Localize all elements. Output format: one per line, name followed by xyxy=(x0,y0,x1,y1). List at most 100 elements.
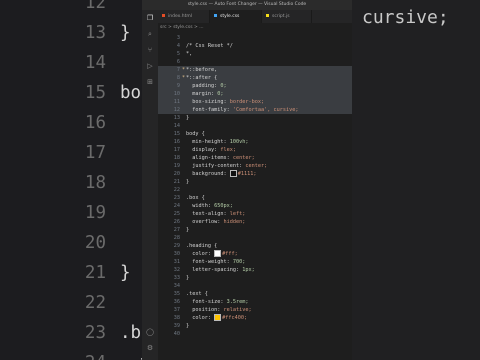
code-line[interactable]: 25 text-align: left; xyxy=(158,210,352,218)
line-number: 20 xyxy=(173,171,180,177)
files-icon[interactable]: ❐ xyxy=(146,14,154,22)
code-line[interactable]: 30 color: #fff; xyxy=(158,250,352,258)
code-line[interactable]: 27} xyxy=(158,226,352,234)
code-line[interactable]: 16 min-height: 100vh; xyxy=(158,138,352,146)
code-line[interactable]: 20 background: #1111; xyxy=(158,170,352,178)
code-line[interactable]: 19 justify-content: center; xyxy=(158,162,352,170)
line-number: 14 xyxy=(173,123,180,129)
code-line[interactable]: 26 overflow: hidden; xyxy=(158,218,352,226)
line-number: 5 xyxy=(176,51,180,57)
code-line[interactable]: 6 xyxy=(158,58,352,66)
code-text: *::after { xyxy=(186,75,218,81)
tab-script-js[interactable]: script.js xyxy=(262,10,312,23)
code-text: *, xyxy=(186,51,193,57)
settings-icon[interactable]: ⚙ xyxy=(146,344,154,352)
code-text: overflow: hidden; xyxy=(186,219,246,225)
line-number: 16 xyxy=(173,139,180,145)
code-text: } xyxy=(186,227,190,233)
code-line[interactable]: 10 margin: 0; xyxy=(158,90,352,98)
code-line[interactable]: 37 position: relative; xyxy=(158,306,352,314)
code-line[interactable]: 34 xyxy=(158,282,352,290)
code-line[interactable]: 24 width: 650px; xyxy=(158,202,352,210)
color-swatch[interactable] xyxy=(214,250,222,257)
code-text: align-items: center; xyxy=(186,155,255,161)
line-number: 17 xyxy=(173,147,180,153)
line-number: 29 xyxy=(173,243,180,249)
code-line[interactable]: 40 xyxy=(158,330,352,338)
code-line[interactable]: 29 .heading { xyxy=(158,242,352,250)
code-line[interactable]: 11 box-sizing: border-box; xyxy=(158,98,352,106)
css-file-icon xyxy=(214,14,217,17)
line-number: 18 xyxy=(173,155,180,161)
color-swatch[interactable] xyxy=(229,170,237,177)
code-text: display: flex; xyxy=(186,147,236,153)
line-number: 26 xyxy=(173,219,180,225)
code-line[interactable]: 8 * *::after { xyxy=(158,74,352,82)
code-line[interactable]: 38 color: #ffc400; xyxy=(158,314,352,322)
line-number: 34 xyxy=(173,283,180,289)
code-text: box-sizing: border-box; xyxy=(186,99,265,105)
code-text: body { xyxy=(186,131,205,137)
code-text: font-family: 'Comfortaa', cursive; xyxy=(186,107,299,113)
line-number: 8 xyxy=(176,75,180,81)
code-line[interactable]: 22 xyxy=(158,186,352,194)
code-text: margin: 0; xyxy=(186,91,224,97)
account-icon[interactable]: ◯ xyxy=(146,328,154,336)
code-line[interactable]: 35 .text { xyxy=(158,290,352,298)
line-number: 6 xyxy=(176,59,180,65)
code-text: font-size: 3.5rem; xyxy=(186,299,249,305)
color-swatch[interactable] xyxy=(214,314,222,321)
code-line[interactable]: 3 xyxy=(158,34,352,42)
code-line[interactable]: 14 xyxy=(158,122,352,130)
line-number: 7 xyxy=(176,67,180,73)
code-text: *::before, xyxy=(186,67,218,73)
line-number: 36 xyxy=(173,299,180,305)
code-line[interactable]: 7 * *::before, xyxy=(158,66,352,74)
line-number: 31 xyxy=(173,259,180,265)
code-line[interactable]: 17 display: flex; xyxy=(158,146,352,154)
code-text: } xyxy=(186,179,190,185)
code-line[interactable]: 36 font-size: 3.5rem; xyxy=(158,298,352,306)
code-line[interactable]: 31 font-weight: 700; xyxy=(158,258,352,266)
line-number: 12 xyxy=(173,107,180,113)
js-file-icon xyxy=(266,14,269,17)
code-line[interactable]: 39} xyxy=(158,322,352,330)
tab-style-css[interactable]: style.css xyxy=(210,10,262,23)
line-number: 21 xyxy=(173,179,180,185)
code-line[interactable]: 28 xyxy=(158,234,352,242)
line-number: 13 xyxy=(173,115,180,121)
line-number: 40 xyxy=(173,331,180,337)
code-editor[interactable]: 3 4 /* Css Reset */5 *,6 7 * *::before, 8 * *::af… xyxy=(158,34,352,360)
run-debug-icon[interactable]: ▷ xyxy=(146,62,154,70)
code-line[interactable]: 32 letter-spacing: 1px; xyxy=(158,266,352,274)
line-number: 10 xyxy=(173,91,180,97)
line-number: 23 xyxy=(173,195,180,201)
line-number: 38 xyxy=(173,315,180,321)
code-line[interactable]: 5 *, xyxy=(158,50,352,58)
vscode-window: style.css — Auto Font Changer — Visual S… xyxy=(142,0,352,360)
code-line[interactable]: 21} xyxy=(158,178,352,186)
code-text: } xyxy=(186,115,190,121)
code-text: } xyxy=(186,275,190,281)
line-number: 24 xyxy=(173,203,180,209)
background-right-panel: cursive; xyxy=(352,0,480,360)
code-line[interactable]: 15 body { xyxy=(158,130,352,138)
source-control-icon[interactable]: ⑂ xyxy=(146,46,154,54)
code-line[interactable]: 12 font-family: 'Comfortaa', cursive; xyxy=(158,106,352,114)
breadcrumb[interactable]: src > style.css > ... xyxy=(160,24,204,32)
extensions-icon[interactable]: ⊞ xyxy=(146,78,154,86)
editor-tabs: index.html style.css script.js xyxy=(158,10,352,23)
code-line[interactable]: 18 align-items: center; xyxy=(158,154,352,162)
code-line[interactable]: 13} xyxy=(158,114,352,122)
code-text: /* Css Reset */ xyxy=(186,43,233,49)
line-number: 4 xyxy=(176,43,180,49)
search-icon[interactable]: ⌕ xyxy=(146,30,154,38)
code-line[interactable]: 33} xyxy=(158,274,352,282)
code-line[interactable]: 4 /* Css Reset */ xyxy=(158,42,352,50)
code-text: .heading { xyxy=(186,243,218,249)
code-line[interactable]: 9 padding: 0; xyxy=(158,82,352,90)
tab-index-html[interactable]: index.html xyxy=(158,10,210,23)
code-text: width: 650px; xyxy=(186,203,233,209)
code-line[interactable]: 23 .box { xyxy=(158,194,352,202)
line-number: 25 xyxy=(173,211,180,217)
